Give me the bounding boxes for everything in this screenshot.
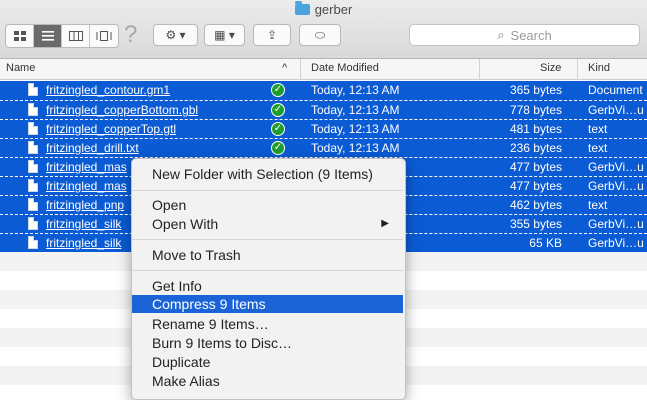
- synced-check-icon: ✓: [271, 141, 285, 155]
- file-size: 477 bytes: [509, 179, 562, 193]
- file-kind: text: [588, 198, 608, 212]
- file-name: fritzingled_mas: [46, 179, 127, 193]
- document-icon: [28, 198, 38, 211]
- file-kind: GerbVi…u: [588, 179, 644, 193]
- document-icon: [28, 83, 38, 96]
- icon-view-icon[interactable]: [6, 25, 34, 47]
- column-date-header[interactable]: Date Modified: [311, 62, 379, 74]
- file-row[interactable]: fritzingled_copperBottom.gbl ✓ Today, 12…: [0, 100, 647, 119]
- folder-icon: [294, 1, 310, 15]
- file-kind: GerbVi…u: [588, 217, 644, 231]
- tags-button[interactable]: ⬭: [299, 24, 341, 46]
- menu-item-rename[interactable]: Rename 9 Items…: [132, 315, 403, 333]
- column-header: Name ^ Date Modified Size Kind: [0, 59, 647, 80]
- file-date: Today, 12:13 AM: [311, 122, 400, 136]
- menu-item-burn-to-disc[interactable]: Burn 9 Items to Disc…: [132, 334, 403, 352]
- window-title: gerber: [0, 1, 647, 17]
- help-icon[interactable]: ?: [124, 21, 137, 49]
- arrange-icon: ▦ ▾: [214, 28, 235, 42]
- action-menu-button[interactable]: ⚙ ▾: [153, 24, 198, 46]
- synced-check-icon: ✓: [271, 103, 285, 117]
- menu-item-move-to-trash[interactable]: Move to Trash: [132, 246, 403, 264]
- menu-separator: [132, 239, 403, 240]
- document-icon: [28, 160, 38, 173]
- menu-separator: [132, 190, 403, 191]
- menu-item-new-folder-with-selection[interactable]: New Folder with Selection (9 Items): [132, 165, 403, 183]
- menu-item-get-info[interactable]: Get Info: [132, 277, 403, 295]
- file-kind: GerbVi…u: [588, 236, 644, 250]
- file-name: fritzingled_mas: [46, 160, 127, 174]
- file-size: 236 bytes: [509, 141, 562, 155]
- share-button[interactable]: ⇪: [253, 24, 291, 46]
- coverflow-view-icon[interactable]: [90, 25, 118, 47]
- file-name: fritzingled_drill.txt: [46, 141, 139, 155]
- column-name-header[interactable]: Name: [6, 62, 35, 74]
- file-name: fritzingled_copperBottom.gbl: [46, 103, 199, 117]
- file-size: 65 KB: [529, 236, 562, 250]
- menu-item-open[interactable]: Open: [132, 196, 403, 214]
- file-size: 477 bytes: [509, 160, 562, 174]
- file-size: 355 bytes: [509, 217, 562, 231]
- document-icon: [28, 141, 38, 154]
- document-icon: [28, 103, 38, 116]
- file-row[interactable]: fritzingled_drill.txt ✓ Today, 12:13 AM …: [0, 138, 647, 157]
- search-icon: ⌕: [497, 27, 505, 42]
- list-view-icon[interactable]: [34, 25, 62, 47]
- file-kind: GerbVi…u: [588, 103, 644, 117]
- arrange-menu-button[interactable]: ▦ ▾: [204, 24, 245, 46]
- document-icon: [28, 179, 38, 192]
- file-size: 462 bytes: [509, 198, 562, 212]
- file-name: fritzingled_silk: [46, 217, 122, 231]
- column-size-header[interactable]: Size: [540, 62, 561, 74]
- file-name: fritzingled_contour.gm1: [46, 83, 171, 97]
- submenu-arrow-icon: ▶: [381, 218, 389, 229]
- menu-item-compress[interactable]: Compress 9 Items: [132, 295, 403, 313]
- share-icon: ⇪: [266, 28, 278, 42]
- view-switcher: [5, 24, 119, 48]
- menu-item-make-alias[interactable]: Make Alias: [132, 372, 403, 390]
- column-view-icon[interactable]: [62, 25, 90, 47]
- window-title-text: gerber: [314, 2, 353, 17]
- file-name: fritzingled_silk: [46, 236, 122, 250]
- sort-ascending-icon[interactable]: ^: [282, 62, 287, 74]
- file-kind: Document: [588, 83, 643, 97]
- file-name: fritzingled_copperTop.gtl: [46, 122, 177, 136]
- document-icon: [28, 122, 38, 135]
- synced-check-icon: ✓: [271, 122, 285, 136]
- search-field[interactable]: ⌕ Search: [409, 24, 640, 46]
- toolbar: gerber ? ⚙ ▾ ▦ ▾ ⇪ ⬭ ⌕ Search: [0, 0, 647, 59]
- file-name: fritzingled_pnp: [46, 198, 125, 212]
- column-kind-header[interactable]: Kind: [588, 62, 610, 74]
- file-size: 365 bytes: [509, 83, 562, 97]
- menu-separator: [132, 270, 403, 271]
- file-date: Today, 12:13 AM: [311, 103, 400, 117]
- file-kind: text: [588, 141, 608, 155]
- document-icon: [28, 217, 38, 230]
- synced-check-icon: ✓: [271, 83, 285, 97]
- file-row[interactable]: fritzingled_contour.gm1 ✓ Today, 12:13 A…: [0, 81, 647, 100]
- file-size: 481 bytes: [509, 122, 562, 136]
- menu-item-duplicate[interactable]: Duplicate: [132, 353, 403, 371]
- file-date: Today, 12:13 AM: [311, 141, 400, 155]
- context-menu: New Folder with Selection (9 Items) Open…: [131, 158, 406, 400]
- document-icon: [28, 236, 38, 249]
- file-date: Today, 12:13 AM: [311, 83, 400, 97]
- file-row[interactable]: fritzingled_copperTop.gtl ✓ Today, 12:13…: [0, 119, 647, 138]
- tag-icon: ⬭: [314, 27, 326, 42]
- search-placeholder: Search: [510, 27, 552, 43]
- gear-icon: ⚙ ▾: [165, 28, 186, 42]
- file-size: 778 bytes: [509, 103, 562, 117]
- menu-item-open-with[interactable]: Open With ▶: [132, 215, 403, 233]
- file-kind: GerbVi…u: [588, 160, 644, 174]
- file-kind: text: [588, 122, 608, 136]
- menu-item-open-with-label: Open With: [152, 216, 219, 232]
